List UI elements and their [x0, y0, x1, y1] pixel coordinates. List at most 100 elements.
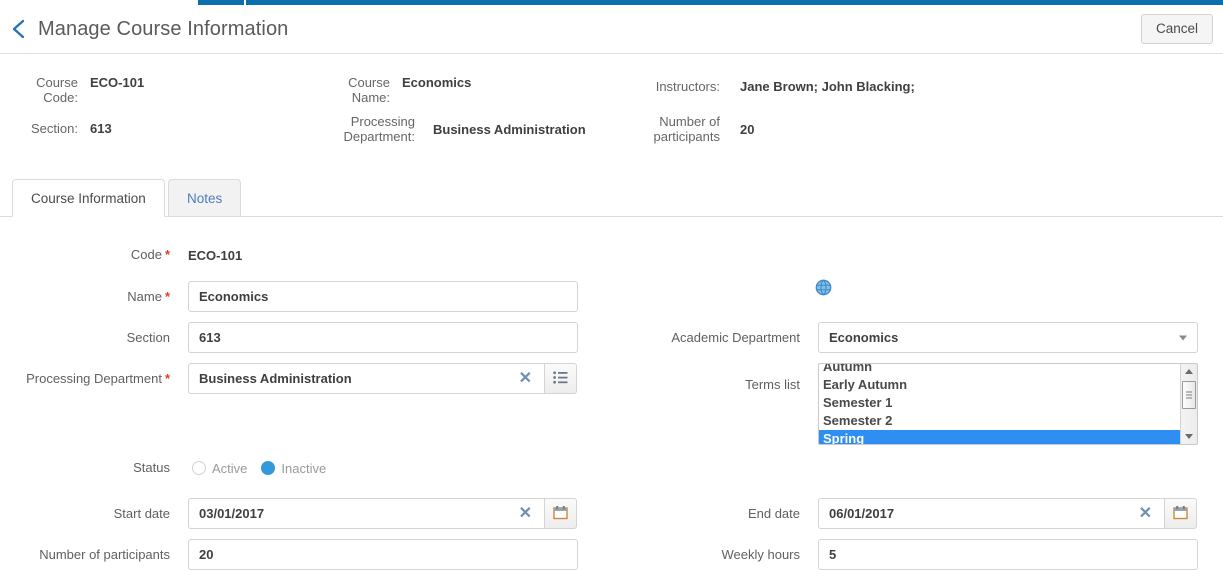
list-item[interactable]: Semester 1 — [819, 394, 1180, 412]
calendar-icon — [1173, 505, 1188, 523]
summary-item-course-code: Course Code: ECO-101 — [18, 75, 168, 105]
status-radio-label: Inactive — [281, 460, 327, 476]
summary-item-participants: Number of participants 20 — [620, 114, 880, 144]
translate-globe-button[interactable] — [815, 279, 832, 299]
tab-label: Notes — [187, 190, 223, 206]
tab-bar: Course Information Notes — [0, 170, 1223, 217]
summary-value: 20 — [740, 122, 755, 137]
summary-label: Instructors: — [655, 79, 720, 94]
summary-label: Course Name: — [348, 75, 390, 105]
summary-item-instructors: Instructors: Jane Brown; John Blacking; — [620, 79, 1040, 94]
field-start-date: Start date ✕ — [0, 498, 590, 529]
number-of-participants-input[interactable] — [188, 539, 578, 570]
summary-value: ECO-101 — [90, 75, 145, 90]
back-button[interactable] — [0, 9, 38, 49]
processing-department-picker-button[interactable] — [544, 363, 577, 394]
summary-item-course-name: Course Name: Economics — [330, 75, 590, 105]
field-label-end-date: End date — [640, 506, 800, 522]
status-radio-label: Active — [212, 460, 248, 476]
tab-course-information[interactable]: Course Information — [12, 179, 165, 217]
scrollbar-thumb[interactable] — [1182, 381, 1196, 409]
field-label-start-date: Start date — [0, 506, 170, 522]
page-title: Manage Course Information — [38, 17, 289, 40]
cancel-button[interactable]: Cancel — [1140, 13, 1213, 45]
tab-notes[interactable]: Notes — [168, 179, 242, 217]
label-text: Weekly hours — [721, 546, 800, 562]
terms-list-scrollbar[interactable] — [1180, 364, 1197, 444]
label-text: Code — [130, 247, 162, 262]
page-header: Manage Course Information Cancel — [0, 5, 1223, 54]
list-item[interactable]: Semester 2 — [819, 412, 1180, 430]
academic-department-select[interactable]: Economics — [818, 322, 1198, 353]
label-text: Name — [127, 288, 162, 304]
close-x-icon[interactable]: ✕ — [519, 370, 532, 387]
required-marker: * — [164, 247, 170, 262]
list-item[interactable]: Early Autumn — [819, 376, 1180, 394]
chevron-left-icon — [11, 18, 27, 40]
close-x-icon[interactable]: ✕ — [519, 505, 532, 522]
field-processing-department: Processing Department* ✕ — [0, 363, 590, 394]
summary-value: Jane Brown; John Blacking; — [740, 79, 915, 94]
academic-department-selected-value: Economics — [829, 330, 899, 345]
field-section: Section — [0, 322, 590, 353]
radio-circle-filled-icon — [261, 461, 276, 475]
summary-item-section: Section: 613 — [18, 121, 168, 136]
status-radio-active[interactable]: Active — [192, 461, 247, 476]
start-date-input[interactable] — [188, 498, 545, 529]
summary-value: Economics — [402, 75, 472, 90]
processing-department-input[interactable] — [188, 363, 545, 394]
field-label-weekly-hours: Weekly hours — [640, 547, 800, 563]
field-label-status: Status — [0, 460, 170, 476]
list-item-selected[interactable]: Spring — [819, 430, 1180, 444]
summary-value: 613 — [90, 121, 112, 136]
label-text: Start date — [113, 505, 170, 521]
field-label-number-of-participants: Number of participants — [0, 547, 170, 563]
chevron-down-icon — [1179, 335, 1187, 340]
radio-circle-icon — [192, 461, 206, 475]
start-date-calendar-button[interactable] — [544, 498, 577, 529]
field-label-name: Name * — [0, 289, 170, 305]
weekly-hours-input[interactable] — [818, 539, 1198, 570]
summary-label: Section: — [31, 121, 78, 136]
label-text: Number of participants — [39, 546, 170, 562]
section-input[interactable] — [188, 322, 578, 353]
end-date-input[interactable] — [818, 498, 1165, 529]
label-text: Processing Department — [26, 370, 162, 386]
field-name: Name * — [0, 281, 590, 312]
field-end-date: End date ✕ — [640, 498, 1215, 529]
name-input[interactable] — [188, 281, 578, 312]
label-text: Academic Department — [671, 329, 800, 345]
close-x-icon[interactable]: ✕ — [1139, 505, 1152, 522]
field-code: Code * ECO-101 — [0, 247, 590, 263]
field-label-section: Section — [0, 330, 170, 346]
scroll-down-arrow-icon[interactable] — [1181, 429, 1197, 444]
status-radio-group: Active Inactive — [192, 461, 326, 476]
terms-list-box[interactable]: Autumn Early Autumn Semester 1 Semester … — [818, 363, 1198, 445]
field-label-academic-department: Academic Department — [640, 330, 800, 346]
tab-label: Course Information — [31, 190, 146, 206]
field-number-of-participants: Number of participants — [0, 539, 590, 570]
value-code: ECO-101 — [188, 247, 243, 263]
list-item[interactable]: Autumn — [819, 364, 1180, 376]
scroll-up-arrow-icon[interactable] — [1181, 364, 1197, 379]
end-date-calendar-button[interactable] — [1164, 498, 1197, 529]
processing-department-combo: ✕ — [188, 363, 577, 394]
field-status: Status Active Inactive — [0, 460, 590, 476]
status-radio-inactive[interactable]: Inactive — [261, 461, 326, 476]
summary-label: Course Code: — [36, 75, 78, 105]
field-label-terms-list: Terms list — [640, 377, 800, 393]
field-academic-department: Academic Department Economics — [640, 322, 1215, 353]
required-marker: * — [164, 370, 170, 386]
required-marker: * — [164, 288, 170, 304]
list-picker-icon — [553, 370, 568, 387]
label-text: Status — [133, 460, 170, 475]
summary-label: Processing Department: — [343, 114, 415, 144]
label-text: Terms list — [745, 377, 800, 392]
label-text: Section — [126, 329, 170, 345]
summary-label: Number of participants — [653, 114, 720, 144]
summary-value: Business Administration — [433, 122, 586, 137]
calendar-icon — [553, 505, 568, 523]
terms-list-items: Autumn Early Autumn Semester 1 Semester … — [819, 364, 1180, 444]
start-date-combo: ✕ — [188, 498, 577, 529]
field-weekly-hours: Weekly hours — [640, 539, 1215, 570]
